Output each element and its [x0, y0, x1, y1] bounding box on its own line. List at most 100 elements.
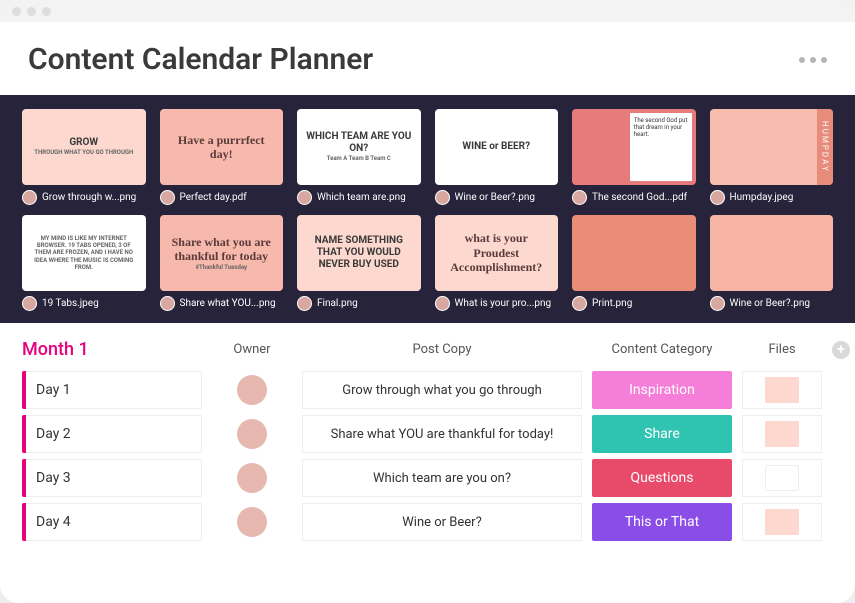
table-row[interactable]: Day 1 Grow through what you go through Ins…: [22, 368, 833, 412]
avatar: [237, 419, 267, 449]
post-copy-cell[interactable]: Share what YOU are thankful for today!: [302, 415, 582, 453]
avatar: [237, 463, 267, 493]
files-cell[interactable]: [742, 503, 822, 541]
avatar: [297, 190, 312, 205]
gallery-caption: Final.png: [297, 296, 421, 311]
category-cell[interactable]: Questions: [592, 459, 732, 497]
gallery-caption: What is your pro...png: [435, 296, 559, 311]
avatar: [237, 375, 267, 405]
gallery-thumbnail[interactable]: Share what you are thankful for today#Th…: [160, 215, 284, 291]
day-cell[interactable]: Day 2: [22, 415, 202, 453]
day-label: Day 2: [26, 426, 71, 442]
gallery-card[interactable]: Wine or Beer?.png: [710, 215, 834, 311]
gallery-caption: Perfect day.pdf: [160, 190, 284, 205]
avatar: [22, 296, 37, 311]
column-header-owner[interactable]: Owner: [212, 342, 292, 357]
window-dot: [27, 7, 36, 16]
file-thumbnail: [765, 377, 799, 403]
files-cell[interactable]: [742, 415, 822, 453]
file-name: Print.png: [592, 298, 632, 309]
gallery-thumbnail[interactable]: WHICH TEAM ARE YOU ON?Team A Team B Team…: [297, 109, 421, 185]
file-name: The second God...pdf: [592, 192, 687, 203]
table-row[interactable]: Day 4 Wine or Beer? This or That: [22, 500, 833, 544]
avatar: [710, 190, 725, 205]
owner-cell[interactable]: [212, 375, 292, 405]
window-dot: [42, 7, 51, 16]
post-copy-cell[interactable]: Grow through what you go through: [302, 371, 582, 409]
day-cell[interactable]: Day 3: [22, 459, 202, 497]
gallery-card[interactable]: Share what you are thankful for today#Th…: [160, 215, 284, 311]
gallery-caption: Humpday.jpeg: [710, 190, 834, 205]
gallery-thumbnail[interactable]: Have a purrrfect day!: [160, 109, 284, 185]
gallery-thumbnail[interactable]: NAME SOMETHING THAT YOU WOULD NEVER BUY …: [297, 215, 421, 291]
gallery-caption: Share what YOU...png: [160, 296, 284, 311]
app-window: Content Calendar Planner GROWTHROUGH WHA…: [0, 0, 855, 603]
file-name: What is your pro...png: [455, 298, 552, 309]
file-name: Humpday.jpeg: [730, 192, 794, 203]
column-header-category[interactable]: Content Category: [592, 342, 732, 357]
gallery-card[interactable]: HUMPDAY Humpday.jpeg: [710, 109, 834, 205]
gallery-card[interactable]: WINE or BEER?Wine or Beer?.png: [435, 109, 559, 205]
day-cell[interactable]: Day 4: [22, 503, 202, 541]
gallery-caption: Grow through w...png: [22, 190, 146, 205]
gallery-thumbnail[interactable]: HUMPDAY: [710, 109, 834, 185]
gallery-thumbnail[interactable]: what is your Proudest Accomplishment?: [435, 215, 559, 291]
gallery-thumbnail[interactable]: MY MIND IS LIKE MY INTERNET BROWSER. 19 …: [22, 215, 146, 291]
gallery-caption: The second God...pdf: [572, 190, 696, 205]
avatar: [572, 296, 587, 311]
file-name: Grow through w...png: [42, 192, 136, 203]
table-row[interactable]: Day 3 Which team are you on? Questions: [22, 456, 833, 500]
gallery-thumbnail[interactable]: [572, 215, 696, 291]
files-cell[interactable]: [742, 371, 822, 409]
gallery-card[interactable]: GROWTHROUGH WHAT YOU GO THROUGH Grow thro…: [22, 109, 146, 205]
gallery-panel: GROWTHROUGH WHAT YOU GO THROUGH Grow thro…: [0, 95, 855, 323]
ellipsis-icon: [810, 57, 816, 63]
page-title: Content Calendar Planner: [28, 42, 373, 77]
add-column-button[interactable]: +: [832, 341, 850, 359]
file-name: Wine or Beer?.png: [730, 298, 811, 309]
category-cell[interactable]: Inspiration: [592, 371, 732, 409]
table-row[interactable]: Day 2 Share what YOU are thankful for tod…: [22, 412, 833, 456]
gallery-thumbnail[interactable]: [710, 215, 834, 291]
ellipsis-icon: [821, 57, 827, 63]
owner-cell[interactable]: [212, 463, 292, 493]
category-cell[interactable]: This or That: [592, 503, 732, 541]
column-header-copy[interactable]: Post Copy: [302, 342, 582, 357]
post-copy-cell[interactable]: Wine or Beer?: [302, 503, 582, 541]
group-title[interactable]: Month 1: [22, 339, 202, 360]
owner-cell[interactable]: [212, 419, 292, 449]
file-thumbnail: [765, 509, 799, 535]
more-menu-button[interactable]: [799, 57, 827, 63]
avatar: [237, 507, 267, 537]
gallery-card[interactable]: WHICH TEAM ARE YOU ON?Team A Team B Team…: [297, 109, 421, 205]
gallery-card[interactable]: what is your Proudest Accomplishment? Wha…: [435, 215, 559, 311]
gallery-card[interactable]: The second God put that dream in your he…: [572, 109, 696, 205]
column-header-files[interactable]: Files: [742, 342, 822, 357]
file-name: Final.png: [317, 298, 358, 309]
file-thumbnail: [765, 421, 799, 447]
gallery-thumbnail[interactable]: GROWTHROUGH WHAT YOU GO THROUGH: [22, 109, 146, 185]
gallery-thumbnail[interactable]: WINE or BEER?: [435, 109, 559, 185]
avatar: [160, 296, 175, 311]
day-cell[interactable]: Day 1: [22, 371, 202, 409]
table-section: Month 1 Owner Post Copy Content Category…: [0, 323, 855, 544]
day-label: Day 4: [26, 514, 71, 530]
gallery-thumbnail[interactable]: The second God put that dream in your he…: [572, 109, 696, 185]
file-name: 19 Tabs.jpeg: [42, 298, 99, 309]
avatar: [160, 190, 175, 205]
avatar: [435, 190, 450, 205]
file-name: Which team are.png: [317, 192, 406, 203]
window-dot: [12, 7, 21, 16]
gallery-card[interactable]: Print.png: [572, 215, 696, 311]
gallery-caption: Which team are.png: [297, 190, 421, 205]
files-cell[interactable]: [742, 459, 822, 497]
post-copy-cell[interactable]: Which team are you on?: [302, 459, 582, 497]
file-name: Share what YOU...png: [180, 298, 276, 309]
day-label: Day 1: [26, 382, 71, 398]
gallery-card[interactable]: Have a purrrfect day! Perfect day.pdf: [160, 109, 284, 205]
avatar: [22, 190, 37, 205]
gallery-card[interactable]: MY MIND IS LIKE MY INTERNET BROWSER. 19 …: [22, 215, 146, 311]
category-cell[interactable]: Share: [592, 415, 732, 453]
gallery-card[interactable]: NAME SOMETHING THAT YOU WOULD NEVER BUY …: [297, 215, 421, 311]
owner-cell[interactable]: [212, 507, 292, 537]
